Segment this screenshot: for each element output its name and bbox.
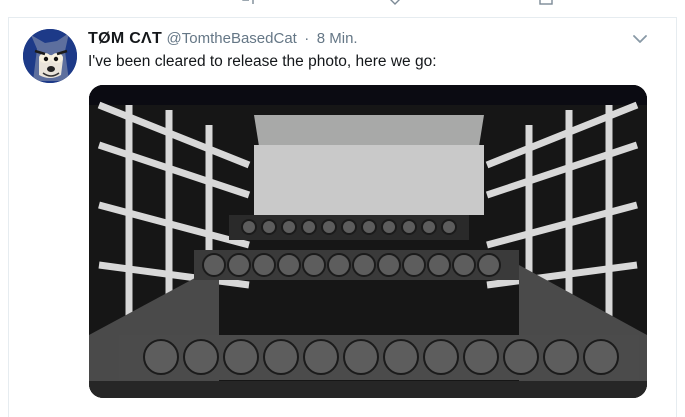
avatar[interactable] <box>23 29 77 83</box>
tweet-header: TØM CΛT @TomtheBasedCat · 8 Min. <box>88 30 358 50</box>
cat-avatar-icon <box>23 29 77 83</box>
timeline-left-border <box>8 17 9 417</box>
like-icon[interactable] <box>387 0 403 6</box>
share-icon[interactable] <box>538 0 554 6</box>
previous-tweet-actions <box>0 0 685 18</box>
timeline-right-border <box>676 17 677 417</box>
retweet-icon[interactable] <box>240 0 256 6</box>
separator-dot: · <box>304 30 310 47</box>
tweet-text: I've been cleared to release the photo, … <box>88 53 437 70</box>
author-handle[interactable]: @TomtheBasedCat <box>167 30 297 47</box>
tweet-timestamp[interactable]: 8 Min. <box>317 30 358 47</box>
chevron-down-icon[interactable] <box>631 32 649 46</box>
tweet-photo[interactable] <box>89 85 647 398</box>
author-name[interactable]: TØM CΛT <box>88 30 162 47</box>
tweet-separator <box>8 17 677 18</box>
launcher-truck-photo <box>89 85 647 398</box>
